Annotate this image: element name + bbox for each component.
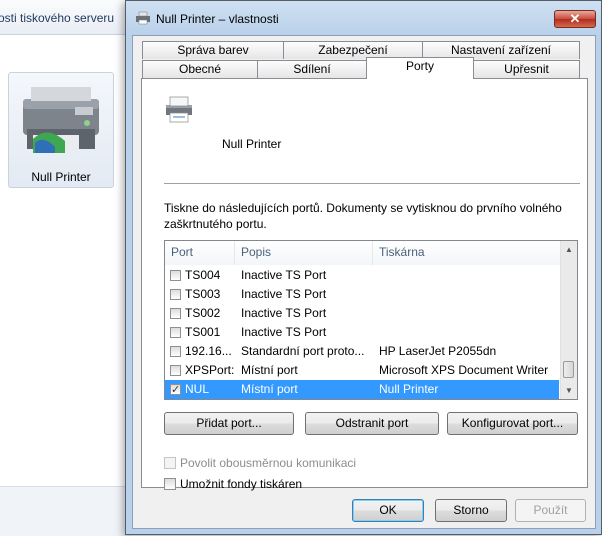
details-strip [0,486,130,536]
ports-description: Tiskne do následujících portů. Dokumenty… [164,201,562,231]
tab-label: Nastavení zařízení [450,43,552,57]
tab-label: Zabezpečení [318,43,388,57]
tab-sdileni[interactable]: Sdílení [257,60,367,78]
properties-dialog: Null Printer – vlastnosti ✕ Správa barev… [125,0,602,535]
cell-printer: Null Printer [379,382,439,396]
tab-label: Správa barev [177,43,249,57]
port-checkbox[interactable] [170,327,181,338]
checkbox-box[interactable] [164,457,176,469]
cell-printer: Microsoft XPS Document Writer [379,363,549,377]
tab-upresnit[interactable]: Upřesnit [473,60,580,78]
cell-port: TS003 [185,287,221,301]
column-header-label: Port [171,245,194,259]
table-row[interactable]: TS003 Inactive TS Port [165,285,559,304]
cell-port: TS001 [185,325,221,339]
table-row[interactable]: TS002 Inactive TS Port [165,304,559,323]
scroll-thumb[interactable] [563,361,574,378]
ports-panel: Null Printer Tiskne do následujících por… [141,78,588,491]
port-checkbox[interactable] [170,346,181,357]
configure-port-button[interactable]: Konfigurovat port... [447,412,578,435]
printer-icon [166,96,192,123]
cell-port: TS002 [185,306,221,320]
cell-desc: Inactive TS Port [241,287,327,301]
column-header-label: Tiskárna [379,245,425,259]
printer-name: Null Printer [222,137,282,151]
cell-port: 192.16... [185,344,232,358]
cell-printer: HP LaserJet P2055dn [379,344,497,358]
printer-device-tile[interactable]: Null Printer [8,72,114,188]
table-row[interactable]: XPSPort: Místní port Microsoft XPS Documen… [165,361,559,380]
cell-desc: Inactive TS Port [241,306,327,320]
tab-label: Obecné [178,62,222,76]
title-bar[interactable]: Null Printer – vlastnosti ✕ [126,1,601,35]
tab-obecne[interactable]: Obecné [142,60,258,78]
scroll-up-icon[interactable]: ▲ [561,241,577,258]
tab-label: Upřesnit [504,62,549,76]
cancel-button[interactable]: Storno [435,499,507,522]
column-header-label: Popis [241,245,272,259]
cell-desc: Inactive TS Port [241,325,327,339]
toolbar-text[interactable]: osti tiskového serveru [0,11,114,25]
add-port-button[interactable]: Přidat port... [164,412,294,435]
dialog-client: Správa barev Zabezpečení Nastavení zaříz… [132,35,596,529]
cell-port: NUL [185,382,210,396]
column-header-popis[interactable]: Popis [235,241,373,265]
table-row[interactable]: TS004 Inactive TS Port [165,266,559,285]
printer-icon [23,87,99,153]
checkbox-label: Povolit obousměrnou komunikaci [180,456,357,470]
column-header-tiskarna[interactable]: Tiskárna [373,241,561,265]
device-label: Null Printer [31,170,91,184]
apply-button[interactable]: Použít [515,499,586,522]
port-checkbox[interactable] [170,289,181,300]
cell-desc: Místní port [241,363,298,377]
toolbar: osti tiskového serveru [0,0,130,35]
delete-port-button[interactable]: Odstranit port [305,412,439,435]
close-icon: ✕ [569,11,581,26]
scroll-down-icon[interactable]: ▼ [561,382,577,399]
close-button[interactable]: ✕ [554,10,596,28]
port-checkbox[interactable] [170,365,181,376]
cell-desc: Inactive TS Port [241,268,327,282]
printer-title-icon [136,11,150,25]
tab-porty[interactable]: Porty [366,57,474,79]
column-header-port[interactable]: Port [165,241,235,265]
cell-desc: Místní port [241,382,298,396]
checkbox-box[interactable] [164,478,176,490]
cell-port: TS004 [185,268,221,282]
tab-sprava-barev[interactable]: Správa barev [142,41,284,59]
checkbox-label: Umožnit fondy tiskáren [180,477,303,491]
dialog-title: Null Printer – vlastnosti [156,12,279,26]
cell-port: XPSPort: [185,363,235,377]
table-row[interactable]: TS001 Inactive TS Port [165,323,559,342]
port-checkbox[interactable] [170,270,181,281]
table-row[interactable]: NUL Místní port Null Printer [165,380,559,399]
port-checkbox[interactable] [170,308,181,319]
table-row[interactable]: 192.16... Standardní port proto... HP Lase… [165,342,559,361]
vertical-scrollbar[interactable]: ▲ ▼ [560,241,577,399]
separator [164,183,580,184]
ok-button[interactable]: OK [352,499,424,522]
cell-desc: Standardní port proto... [241,344,365,358]
tab-label: Porty [405,59,434,73]
tab-label: Sdílení [293,62,331,76]
port-checkbox[interactable] [170,381,181,399]
port-list[interactable]: Port Popis Tiskárna TS004 Inactive TS Por… [164,240,578,400]
